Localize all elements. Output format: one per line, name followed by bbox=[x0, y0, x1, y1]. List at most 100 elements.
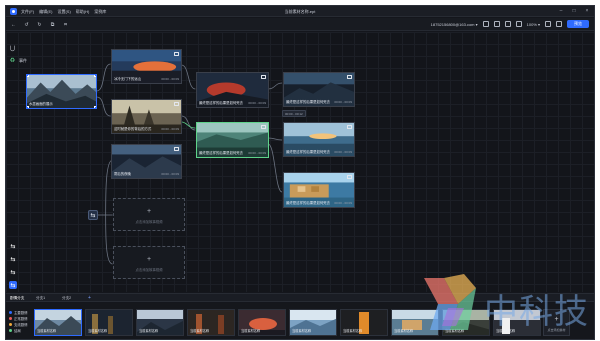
legend-item: 主要剧情 bbox=[9, 310, 28, 315]
node-label: 最终是这样的后果是如何死去 bbox=[286, 201, 331, 205]
legend-item: 正常剧情 bbox=[9, 316, 28, 321]
story-canvas[interactable]: ⋃ ♻ 事件 水墨画面的展示 冰冷无门下的远山 00:00 - 00:09 这时… bbox=[6, 32, 594, 292]
thumbnail-label: 当前素材名称 bbox=[139, 329, 159, 333]
legend-item: 结局 bbox=[9, 328, 28, 333]
resize-handle[interactable] bbox=[27, 106, 29, 108]
image-icon bbox=[261, 125, 266, 129]
legend-item: 支线剧情 bbox=[9, 322, 28, 327]
scene-thumbnail[interactable]: 当前素材名称 bbox=[85, 309, 133, 336]
image-icon bbox=[347, 75, 352, 79]
tab-story-branch[interactable]: 剧情分支 bbox=[10, 296, 24, 301]
story-node-c1[interactable]: 最终是这样的后果是如何死去 00:00 - 00:09 bbox=[196, 72, 269, 108]
thumbnail-label: 当前素材名称 bbox=[343, 329, 363, 333]
event-tool[interactable]: ♻ 事件 bbox=[9, 57, 27, 65]
branch-hub-button[interactable]: ⇆ bbox=[88, 210, 98, 220]
scene-thumbnail[interactable]: 当前素材名称 bbox=[340, 309, 388, 336]
story-node-d1[interactable]: 最终是这样的后果是如何死去 00:00 - 00:09 bbox=[283, 72, 355, 107]
thumbnail-label: 当前素材名称 bbox=[88, 329, 108, 333]
toolbar-left: ← ↺ ↻ ⧉ ⌗ bbox=[10, 21, 69, 28]
minimize-icon[interactable]: – bbox=[558, 8, 564, 14]
preview-button[interactable]: 预览 bbox=[567, 20, 589, 28]
grid-icon[interactable] bbox=[493, 21, 500, 27]
crop-icon[interactable]: ⌗ bbox=[62, 21, 69, 28]
tab-branch-1[interactable]: 分支1 bbox=[36, 296, 45, 301]
image-icon bbox=[174, 52, 179, 56]
image-icon bbox=[347, 125, 352, 129]
node-time: 00:00 - 00:09 bbox=[161, 77, 179, 81]
story-node-b3[interactable]: 雾后的夜晚 00:00 - 00:09 bbox=[111, 144, 182, 179]
document-title: 当前素材名称.ept bbox=[284, 9, 316, 14]
fullscreen-icon[interactable] bbox=[515, 21, 522, 27]
branch-connectors bbox=[96, 63, 283, 265]
copy-icon[interactable]: ⧉ bbox=[49, 21, 56, 28]
scene-thumbnail[interactable]: 当前素材名称 bbox=[187, 309, 235, 336]
fit-icon[interactable] bbox=[545, 21, 551, 27]
settings-icon[interactable] bbox=[556, 21, 562, 27]
close-icon[interactable]: × bbox=[584, 8, 590, 14]
resize-handle[interactable] bbox=[94, 75, 96, 77]
scene-thumbnail[interactable]: 当前素材名称 bbox=[289, 309, 337, 336]
canvas-tools: ⇆ ⇆ ⇆ ⇆ bbox=[9, 242, 17, 289]
add-icon: + bbox=[146, 256, 152, 263]
toolbar-right: 18752156800@163.com ▾ 100% ▾ 预览 bbox=[431, 20, 589, 28]
export-icon[interactable] bbox=[504, 21, 511, 27]
layout-tool-icon[interactable]: ⇆ bbox=[9, 268, 17, 276]
empty-slot-hint: 点击添加故事视频 bbox=[135, 268, 163, 272]
layout-tool-icon[interactable]: ⇆ bbox=[9, 281, 17, 289]
image-icon bbox=[261, 75, 266, 79]
back-icon[interactable]: ← bbox=[10, 21, 17, 28]
tab-branch-2[interactable]: 分支2 bbox=[62, 296, 71, 301]
legend-label: 主要剧情 bbox=[14, 311, 28, 315]
resize-handle[interactable] bbox=[94, 106, 96, 108]
story-node-d2[interactable]: 最终是这样的后果是如何死去 00:00 - 00:09 bbox=[283, 122, 355, 157]
empty-story-slot[interactable]: + 点击添加故事视频 bbox=[113, 198, 185, 231]
link-c2-d2 bbox=[268, 137, 283, 141]
legend-dot bbox=[9, 329, 12, 332]
thumbnail-label: 当前素材名称 bbox=[190, 329, 210, 333]
node-label: 雾后的夜晚 bbox=[114, 172, 131, 176]
recycle-icon: ♻ bbox=[9, 58, 16, 64]
link-root-b2 bbox=[96, 96, 111, 117]
layout-tool-icon[interactable]: ⇆ bbox=[9, 242, 17, 250]
legend-label: 支线剧情 bbox=[14, 323, 28, 327]
magnet-icon[interactable]: ⋃ bbox=[9, 45, 16, 52]
node-time: 00:00 - 00:09 bbox=[161, 172, 179, 176]
node-label: 最终是这样的后果是如何死去 bbox=[199, 101, 244, 105]
thumbnail-label: 当前素材名称 bbox=[241, 329, 261, 333]
toolbar: ← ↺ ↻ ⧉ ⌗ 18752156800@163.com ▾ 100% ▾ 预… bbox=[6, 18, 594, 31]
menu-bar: 文件(F) 编辑(E) 设置(S) 帮助(H) 案例库 当前素材名称.ept –… bbox=[6, 6, 594, 17]
node-time: 00:00 - 00:09 bbox=[334, 150, 352, 154]
side-tools: ⋃ ♻ 事件 bbox=[9, 45, 27, 64]
story-node-root[interactable]: 水墨画面的展示 bbox=[26, 74, 97, 109]
save-icon[interactable] bbox=[482, 21, 489, 27]
story-node-b2[interactable]: 这时就是你的背后的方式 00:00 - 00:09 bbox=[111, 99, 182, 134]
account-selector[interactable]: 18752156800@163.com ▾ bbox=[431, 22, 478, 27]
undo-icon[interactable]: ↺ bbox=[23, 21, 30, 28]
image-icon bbox=[174, 102, 179, 106]
add-tab-button[interactable]: + bbox=[88, 295, 91, 301]
node-label: 最终是这样的后果是如何死去 bbox=[286, 150, 331, 154]
story-node-c2[interactable]: 最终是这样的后果是如何死去 00:00 - 00:09 bbox=[196, 122, 269, 158]
redo-icon[interactable]: ↻ bbox=[36, 21, 43, 28]
scene-thumbnail[interactable]: 当前素材名称 bbox=[34, 309, 82, 336]
legend-dot bbox=[9, 317, 12, 320]
link-b1-c1 bbox=[181, 64, 196, 90]
node-label: 最终是这样的后果是如何死去 bbox=[199, 151, 244, 155]
scene-thumbnail[interactable]: 当前素材名称 bbox=[238, 309, 286, 336]
event-label: 事件 bbox=[19, 57, 27, 63]
story-node-d3[interactable]: 最终是这样的后果是如何死去 00:00 - 00:09 bbox=[283, 172, 355, 208]
maximize-icon[interactable]: □ bbox=[571, 8, 577, 14]
story-node-b1[interactable]: 冰冷无门下的远山 00:00 - 00:09 bbox=[111, 49, 182, 84]
connector-time-pill: 00:00 - 00:12 bbox=[282, 110, 306, 117]
zoom-level[interactable]: 100% ▾ bbox=[527, 22, 540, 27]
image-icon bbox=[347, 175, 352, 179]
watermark-logo bbox=[424, 274, 476, 330]
scene-thumbnail[interactable]: 当前素材名称 bbox=[136, 309, 184, 336]
node-label: 这时就是你的背后的方式 bbox=[114, 127, 152, 131]
resize-handle[interactable] bbox=[27, 75, 29, 77]
empty-story-slot[interactable]: + 点击添加故事视频 bbox=[113, 246, 185, 279]
node-time: 00:00 - 00:09 bbox=[334, 100, 352, 104]
node-label: 水墨画面的展示 bbox=[29, 102, 53, 106]
layout-tool-icon[interactable]: ⇆ bbox=[9, 255, 17, 263]
watermark-text: 中科技 bbox=[484, 292, 589, 332]
